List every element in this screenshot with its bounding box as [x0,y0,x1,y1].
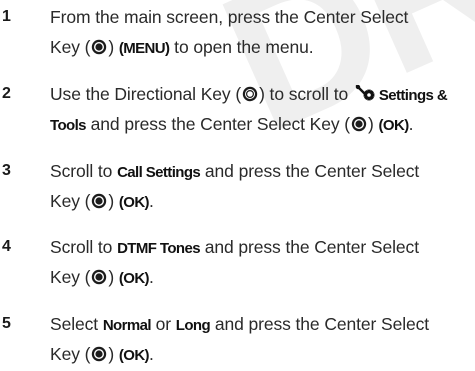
step-line-2: Key () (OK). [50,186,468,218]
bold-label: Normal [102,317,152,334]
center-select-key-icon [91,34,107,55]
step-line-2: Key () (OK). [50,262,468,294]
step-line-2: Key () (OK). [50,339,468,371]
step-line-1: Scroll to Call Settings and press the Ce… [50,161,420,181]
bold-label: (OK) [118,270,150,287]
step-line-1: From the main screen, press the Center S… [50,7,409,27]
center-select-key-icon [91,341,107,362]
bold-label: DTMF Tones [117,240,200,257]
step-number: 5 [2,315,11,332]
center-select-key-icon [91,264,107,285]
step-number: 2 [2,85,11,102]
bold-label: Settings & [378,87,448,104]
bold-label: Tools [50,117,86,134]
bold-label: (OK) [378,117,410,134]
center-select-key-icon [351,111,367,132]
bold-label: Call Settings [117,164,201,181]
step-line-1: Use the Directional Key () to scroll to … [50,79,468,111]
step-number: 3 [2,162,11,179]
step-number: 1 [2,8,11,25]
step-line-2: Key () (MENU) to open the menu. [50,32,468,64]
step-line-2: Tools and press the Center Select Key ()… [50,109,468,141]
bold-label: (OK) [118,194,150,211]
step-line-1: Scroll to DTMF Tones and press the Cente… [50,237,419,257]
bold-label: Long [175,317,211,334]
step-line-1: Select Normal or Long and press the Cent… [50,314,430,334]
center-select-key-icon [91,188,107,209]
bold-label: (OK) [118,347,150,364]
directional-key-icon [242,81,258,102]
step-number: 4 [2,238,11,255]
bold-label: (MENU) [118,40,170,57]
settings-gear-icon [355,82,375,101]
